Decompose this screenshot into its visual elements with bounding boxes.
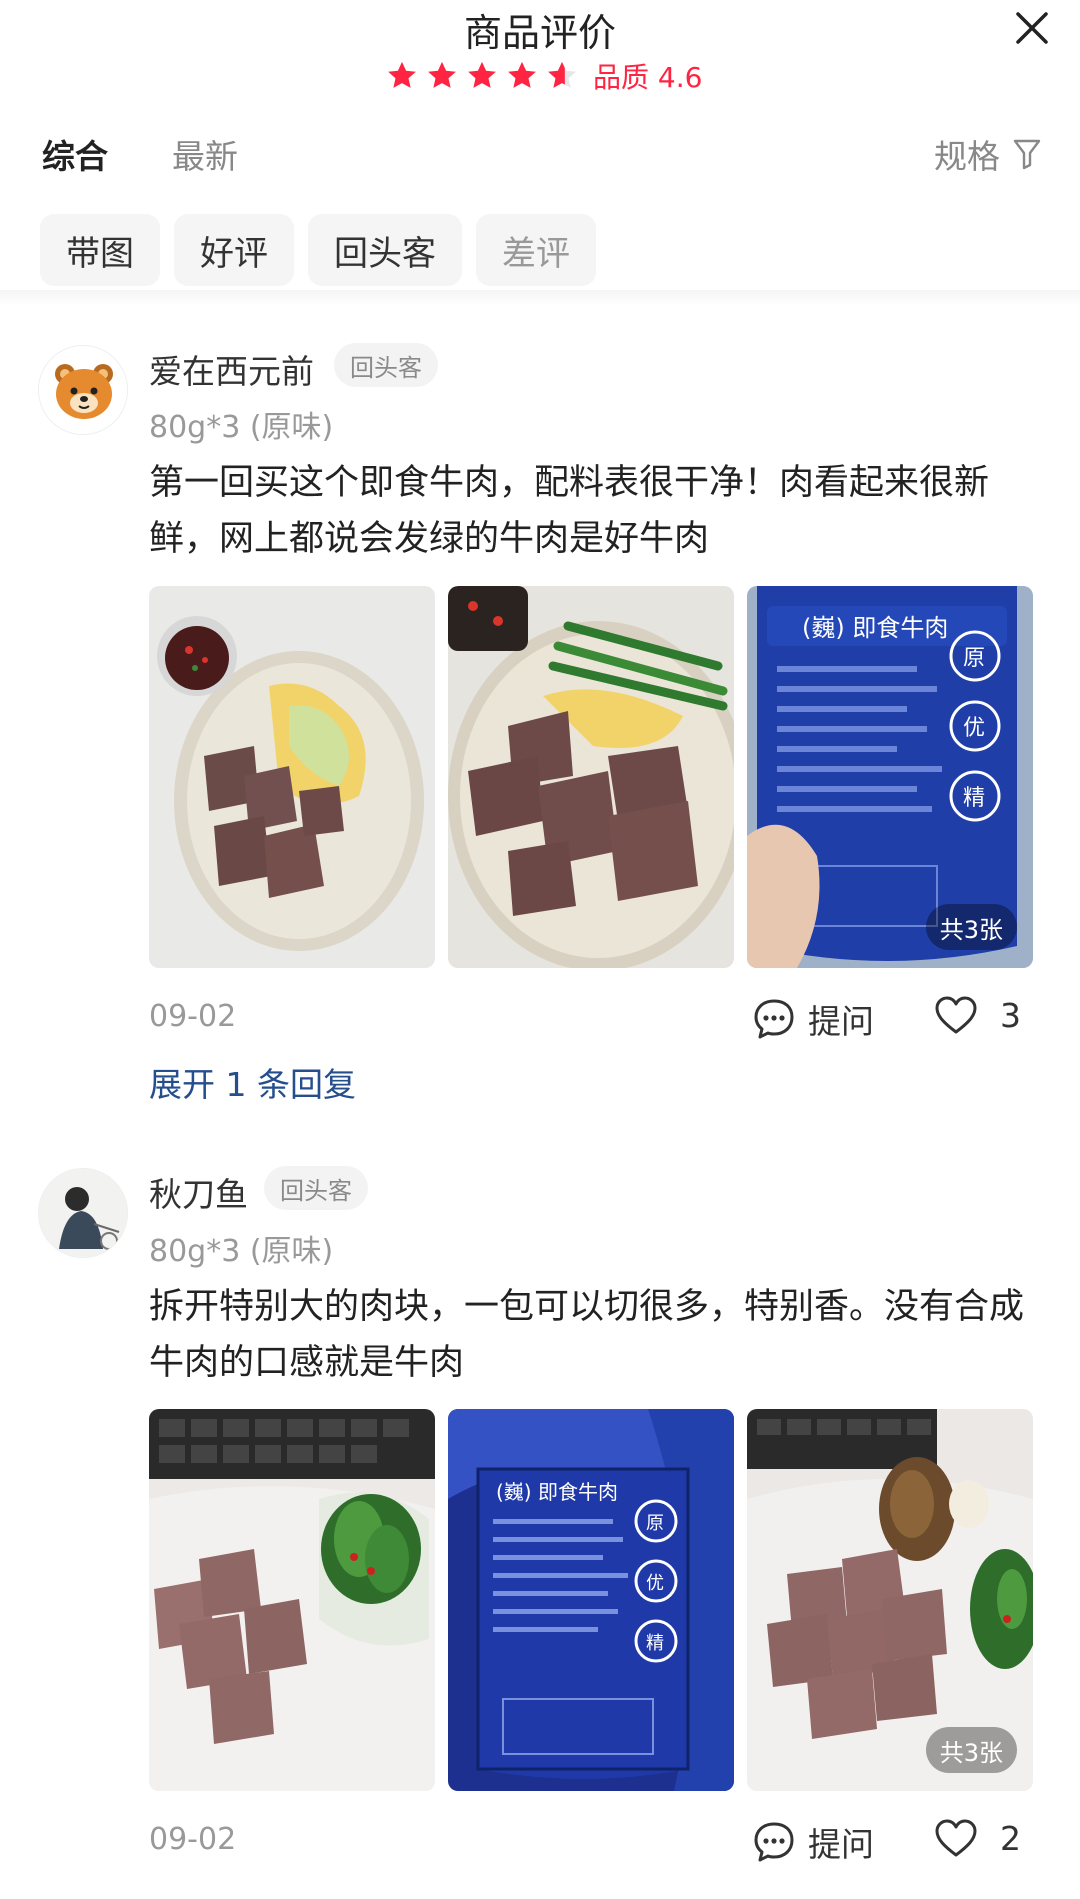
section-divider [0,290,1080,306]
svg-text:精: 精 [963,786,985,811]
svg-text:优: 优 [963,716,985,741]
star-icon [508,61,536,88]
review-date: 09-02 [149,1822,237,1857]
chat-bubble-icon [754,1822,794,1862]
username[interactable]: 秋刀鱼 [149,1168,248,1216]
heart-icon [935,996,977,1034]
like-button[interactable]: 3 [934,995,1021,1035]
tab-latest[interactable]: 最新 [172,130,238,178]
filter-icon [1013,139,1041,170]
chip-with-photos[interactable]: 带图 [40,214,160,286]
rating-summary: 品质 4.6 [385,56,702,96]
chat-bubble-icon [754,999,794,1039]
sort-tabs: 综合 最新 规格 [42,130,1042,180]
expand-replies-link[interactable]: 展开 1 条回复 [149,1058,356,1106]
close-button[interactable] [1010,6,1054,50]
half-star-icon [548,61,576,88]
photo-count-badge: 共3张 [925,1727,1017,1773]
like-button[interactable]: 2 [934,1818,1021,1858]
purchased-spec: 80g*3 (原味) [149,1234,334,1269]
svg-text:精: 精 [646,1633,664,1654]
svg-text:原: 原 [646,1513,664,1534]
ask-question-label: 提问 [808,1825,874,1864]
review-photo[interactable] [149,586,435,968]
heart-icon [935,1819,977,1857]
filter-chips: 带图 好评 回头客 差评 [40,214,610,286]
tab-overall[interactable]: 综合 [42,130,108,178]
review-date: 09-02 [149,999,237,1034]
ask-question-button[interactable]: 提问 [752,1818,874,1866]
review-photo[interactable]: 共3张 [747,1409,1033,1791]
star-icon [428,61,456,88]
svg-text:(巍) 即食牛肉: (巍) 即食牛肉 [496,1480,618,1504]
like-count: 3 [1000,995,1021,1035]
returning-customer-badge: 回头客 [334,343,438,387]
chip-returning-customer[interactable]: 回头客 [308,214,462,286]
quality-score: 品质 4.6 [593,61,703,94]
returning-customer-badge: 回头客 [264,1166,368,1210]
ask-question-label: 提问 [808,1002,874,1041]
avatar[interactable] [38,345,128,435]
photo-grid: (巍) 即食牛肉 原 优 精 共3张 [149,1409,1046,1791]
close-icon [1016,12,1048,44]
ask-question-button[interactable]: 提问 [752,995,874,1043]
chip-negative[interactable]: 差评 [476,214,596,286]
page-title: 商品评价 [463,11,616,55]
photo-grid: (巍) 即食牛肉 原 优 精 共3张 [149,586,1046,968]
star-icon [388,61,416,88]
svg-text:优: 优 [646,1573,664,1594]
person-avatar-icon [39,1169,127,1257]
username[interactable]: 爱在西元前 [149,345,314,393]
review-text: 第一回买这个即食牛肉，配料表很干净！肉看起来很新鲜，网上都说会发绿的牛肉是好牛肉 [149,463,990,559]
svg-text:(巍) 即食牛肉: (巍) 即食牛肉 [802,614,948,642]
review-photo[interactable] [448,586,734,968]
bear-avatar-icon [39,346,127,434]
spec-filter-button[interactable]: 规格 [934,130,1042,178]
svg-text:原: 原 [963,646,985,671]
review-photo[interactable]: (巍) 即食牛肉 原 优 精 [448,1409,734,1791]
star-icon [468,61,496,88]
header: 商品评价 品质 4.6 [0,0,1080,110]
chip-positive[interactable]: 好评 [174,214,294,286]
review-text: 拆开特别大的肉块，一包可以切很多，特别香。没有合成牛肉的口感就是牛肉 [149,1287,1025,1383]
spec-filter-label: 规格 [934,137,1000,176]
photo-count-badge: 共3张 [925,904,1017,950]
purchased-spec: 80g*3 (原味) [149,410,334,445]
review-photo[interactable] [149,1409,435,1791]
review-photo[interactable]: (巍) 即食牛肉 原 优 精 共3张 [747,586,1033,968]
like-count: 2 [1000,1818,1021,1858]
avatar[interactable] [38,1168,128,1258]
